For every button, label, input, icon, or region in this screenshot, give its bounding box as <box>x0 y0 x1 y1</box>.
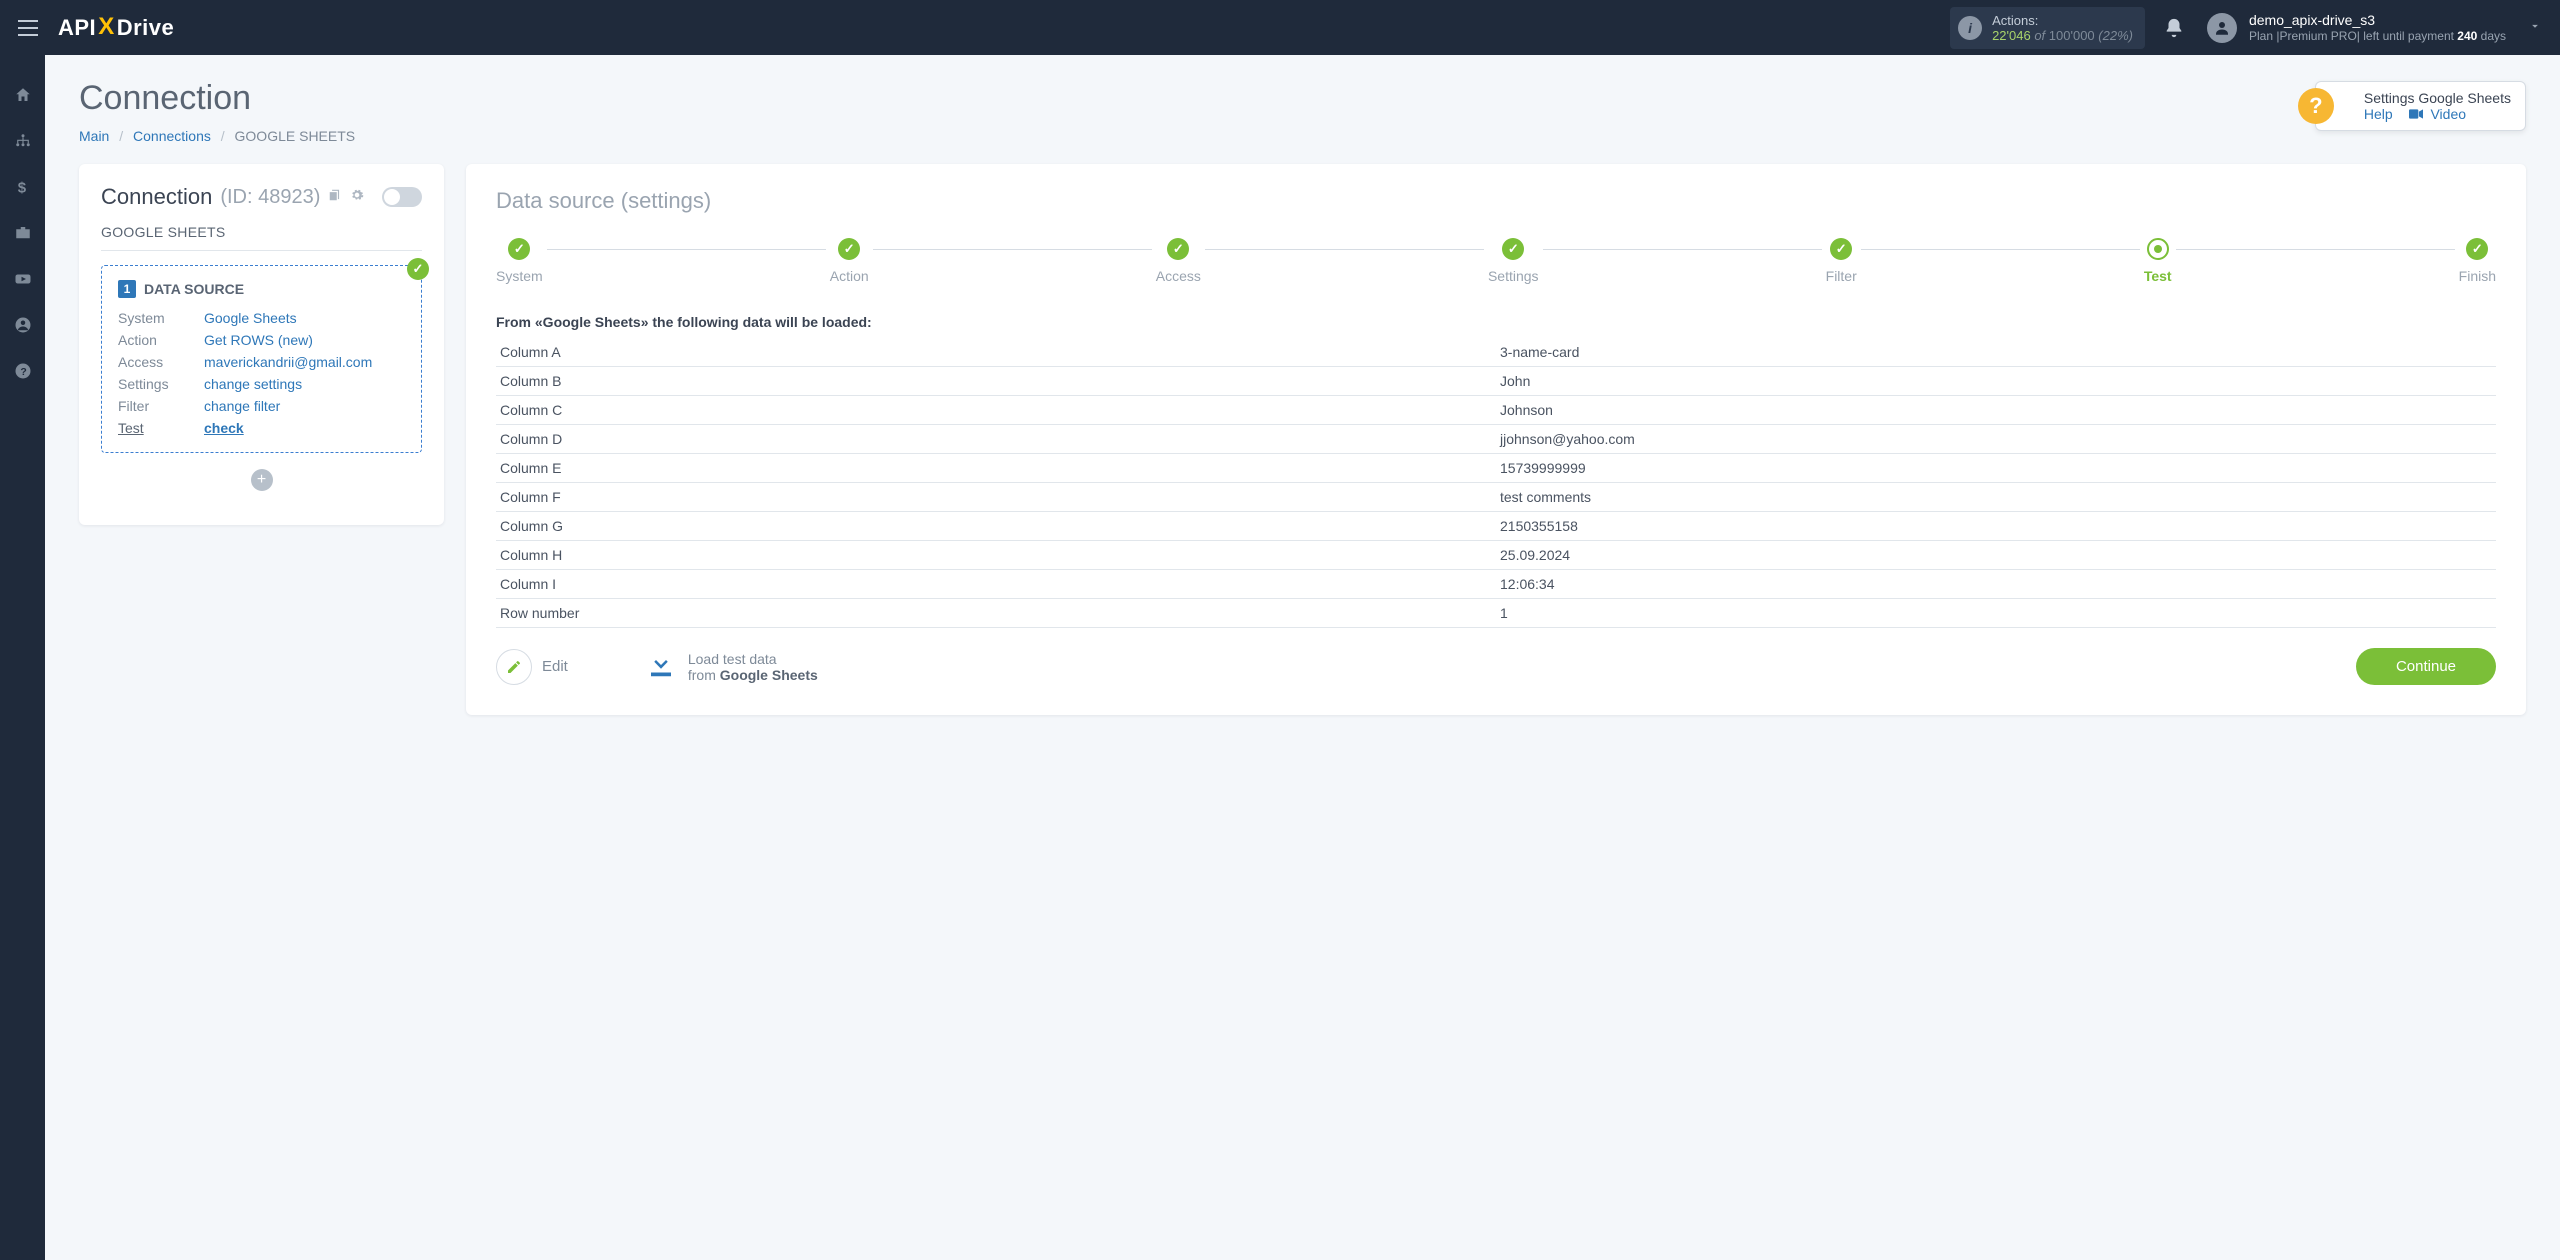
brand-logo[interactable]: API X Drive <box>58 14 174 42</box>
ds-test-link[interactable]: check <box>204 420 244 436</box>
ds-settings-link[interactable]: change settings <box>204 376 302 392</box>
add-step-button[interactable]: + <box>251 469 273 491</box>
help-link[interactable]: Help <box>2364 106 2393 122</box>
actions-counter[interactable]: i Actions: 22'046 of 100'000 (22%) <box>1950 7 2145 49</box>
video-icon <box>2409 106 2427 122</box>
topbar: API X Drive i Actions: 22'046 of 100'000… <box>0 0 2560 55</box>
actions-value: 22'046 of 100'000 (22%) <box>1992 28 2133 43</box>
help-title: Settings Google Sheets <box>2364 90 2511 106</box>
chevron-down-icon[interactable] <box>2528 19 2542 36</box>
username: demo_apix-drive_s3 <box>2249 11 2506 29</box>
page-title: Connection <box>79 79 2526 118</box>
table-row: Row number1 <box>496 599 2496 628</box>
question-icon: ? <box>2298 88 2334 124</box>
table-row: Column Ftest comments <box>496 483 2496 512</box>
help-panel: ? Settings Google Sheets Help Video <box>2315 81 2526 131</box>
download-icon <box>646 650 676 683</box>
sidebar-help-icon[interactable]: ? <box>13 361 33 381</box>
ds-access-link[interactable]: maverickandrii@gmail.com <box>204 354 372 370</box>
breadcrumb-connections[interactable]: Connections <box>133 128 211 144</box>
ds-system-link[interactable]: Google Sheets <box>204 310 297 326</box>
continue-button[interactable]: Continue <box>2356 648 2496 685</box>
edit-button[interactable]: Edit <box>496 649 568 685</box>
step-action[interactable]: Action <box>830 238 869 284</box>
pencil-icon <box>496 649 532 685</box>
table-row: Column I12:06:34 <box>496 570 2496 599</box>
data-source-box: 1 DATA SOURCE System Google Sheets Actio… <box>101 265 422 453</box>
notifications-button[interactable] <box>2163 17 2185 39</box>
video-link[interactable]: Video <box>2430 106 2466 122</box>
stepper: System Action Access Settings Filter Tes… <box>496 238 2496 284</box>
svg-text:?: ? <box>20 366 26 378</box>
sidebar-connections-icon[interactable] <box>13 131 33 151</box>
table-row: Column G2150355158 <box>496 512 2496 541</box>
user-avatar-icon[interactable] <box>2207 13 2237 43</box>
gear-icon[interactable] <box>350 188 364 207</box>
plan-info: Plan |Premium PRO| left until payment 24… <box>2249 29 2506 45</box>
ds-card-title: Data source (settings) <box>496 188 2496 214</box>
step-access[interactable]: Access <box>1156 238 1201 284</box>
ds-action-link[interactable]: Get ROWS (new) <box>204 332 313 348</box>
sidebar-briefcase-icon[interactable] <box>13 223 33 243</box>
connection-card: Connection (ID: 48923) GOOGLE SHEETS 1 D… <box>79 164 444 525</box>
load-data-heading: From «Google Sheets» the following data … <box>496 314 2496 330</box>
table-row: Column A3-name-card <box>496 338 2496 367</box>
table-row: Column E15739999999 <box>496 454 2496 483</box>
step-number-badge: 1 <box>118 280 136 298</box>
main-content: Connection Main / Connections / GOOGLE S… <box>45 55 2560 1260</box>
connection-id: (ID: 48923) <box>220 186 320 209</box>
step-settings[interactable]: Settings <box>1488 238 1539 284</box>
preview-table: Column A3-name-cardColumn BJohnColumn CJ… <box>496 338 2496 628</box>
sidebar: $ ? <box>0 55 45 1260</box>
sidebar-home-icon[interactable] <box>13 85 33 105</box>
breadcrumb-main[interactable]: Main <box>79 128 109 144</box>
data-source-details: System Google Sheets Action Get ROWS (ne… <box>118 310 405 436</box>
step-test[interactable]: Test <box>2144 238 2172 284</box>
breadcrumb-current: GOOGLE SHEETS <box>235 128 356 144</box>
breadcrumb: Main / Connections / GOOGLE SHEETS <box>79 128 2526 144</box>
sidebar-account-icon[interactable] <box>13 315 33 335</box>
table-row: Column H25.09.2024 <box>496 541 2496 570</box>
card-footer: Edit Load test data from Google Sheets C… <box>496 648 2496 685</box>
sidebar-billing-icon[interactable]: $ <box>13 177 33 197</box>
table-row: Column Djjohnson@yahoo.com <box>496 425 2496 454</box>
menu-toggle-button[interactable] <box>18 20 38 36</box>
copy-icon[interactable] <box>328 188 342 207</box>
info-icon: i <box>1958 16 1982 40</box>
data-source-settings-card: Data source (settings) System Action Acc… <box>466 164 2526 715</box>
table-row: Column BJohn <box>496 367 2496 396</box>
table-row: Column CJohnson <box>496 396 2496 425</box>
connection-card-title: Connection (ID: 48923) <box>101 184 422 210</box>
sidebar-video-icon[interactable] <box>13 269 33 289</box>
brand-part2: X <box>98 13 115 41</box>
svg-text:$: $ <box>17 179 26 196</box>
brand-part3: Drive <box>117 15 175 41</box>
ds-filter-link[interactable]: change filter <box>204 398 280 414</box>
brand-part1: API <box>58 15 96 41</box>
connection-subhead: GOOGLE SHEETS <box>101 224 422 251</box>
connection-toggle[interactable] <box>382 187 422 207</box>
data-source-header: 1 DATA SOURCE <box>118 280 405 298</box>
actions-label: Actions: <box>1992 13 2133 28</box>
step-system[interactable]: System <box>496 238 543 284</box>
user-menu[interactable]: demo_apix-drive_s3 Plan |Premium PRO| le… <box>2249 11 2506 45</box>
load-test-data-button[interactable]: Load test data from Google Sheets <box>646 650 818 683</box>
check-icon <box>407 258 429 280</box>
step-finish[interactable]: Finish <box>2459 238 2496 284</box>
step-filter[interactable]: Filter <box>1826 238 1857 284</box>
